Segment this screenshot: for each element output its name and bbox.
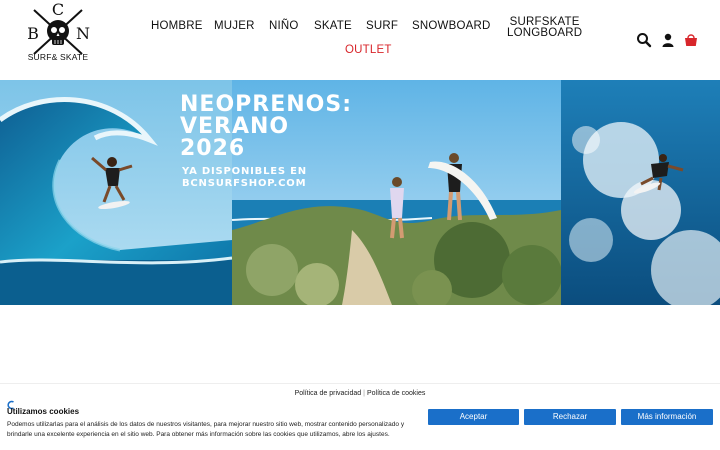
nav-longboard-label: LONGBOARD [507, 27, 583, 39]
hero-title-line: NEOPRENOS: [180, 92, 352, 117]
accept-cookies-button[interactable]: Aceptar [428, 409, 519, 425]
nav-nino[interactable]: NIÑO [269, 20, 299, 32]
more-info-cookies-button[interactable]: Más información [621, 409, 713, 425]
logo-letter-n: N [76, 24, 90, 43]
cookie-consent-logo-icon [6, 397, 16, 410]
hero-subtitle-line: BCNSURFSHOP.COM [182, 178, 307, 189]
cookie-title: Utilizamos cookies [7, 407, 80, 416]
nav-skate[interactable]: SKATE [314, 20, 352, 32]
cookie-banner: Política de privacidad | Política de cooki… [0, 383, 720, 450]
nav-snowboard[interactable]: SNOWBOARD [412, 20, 490, 32]
privacy-policy-link[interactable]: Política de privacidad [295, 390, 362, 397]
nav-surf[interactable]: SURF [366, 20, 398, 32]
link-separator: | [363, 390, 365, 397]
search-icon[interactable] [636, 32, 652, 48]
hero-title: NEOPRENOS: VERANO 2026 [180, 94, 352, 160]
hero-subtitle-line: YA DISPONIBLES EN [182, 166, 307, 177]
hero-banner[interactable]: NEOPRENOS: VERANO 2026 YA DISPONIBLES EN… [0, 80, 720, 305]
site-logo[interactable]: C B N SURF& SKATE [22, 2, 94, 68]
cookie-description: Podemos utilizarlas para el análisis de … [7, 421, 405, 438]
hero-image-spray-right [561, 80, 720, 305]
logo-letter-c: C [52, 2, 64, 19]
logo-letter-b: B [27, 24, 39, 43]
logo-tagline: SURF& SKATE [27, 52, 89, 62]
site-header: C B N SURF& SKATE HOMBRE MUJER NIÑO SKAT… [0, 0, 720, 80]
nav-surfskate-longboard[interactable]: SURFSKATE LONGBOARD [507, 16, 583, 39]
nav-outlet[interactable]: OUTLET [345, 44, 392, 56]
hero-subtitle: YA DISPONIBLES EN BCNSURFSHOP.COM [182, 166, 307, 190]
nav-mujer[interactable]: MUJER [214, 20, 255, 32]
cookie-policy-links: Política de privacidad | Política de cooki… [0, 390, 720, 397]
nav-hombre[interactable]: HOMBRE [151, 20, 203, 32]
user-icon[interactable] [660, 32, 676, 48]
cookie-policy-link[interactable]: Política de cookies [367, 390, 425, 397]
cart-icon[interactable] [683, 32, 699, 48]
hero-title-line: 2026 [180, 136, 246, 161]
hero-title-line: VERANO [180, 114, 290, 139]
reject-cookies-button[interactable]: Rechazar [524, 409, 616, 425]
